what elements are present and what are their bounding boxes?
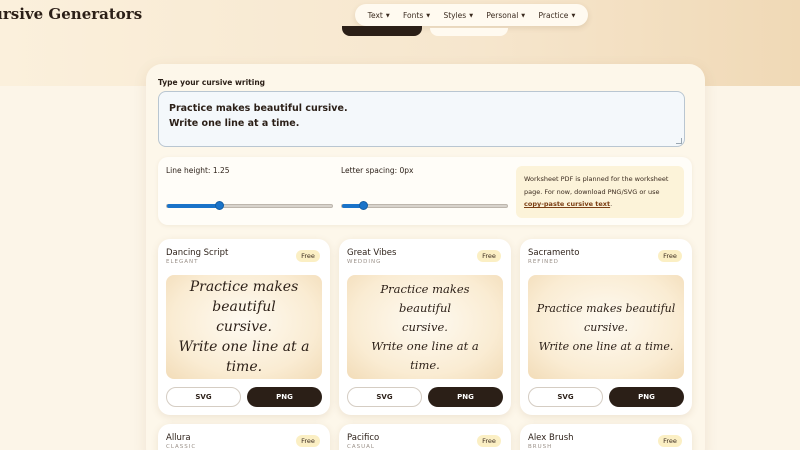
input-line: Practice makes beautiful cursive. [169,103,348,114]
nav-item-personal[interactable]: Personal ▼ [486,11,525,20]
font-card-sacramento: Sacramento REFINED Free Practice makes b… [520,239,692,415]
free-badge: Free [658,250,682,262]
nav-label: Practice [538,10,569,20]
preview-line: Write one line at a time. [538,339,674,353]
preview-line: Write one line at a time. [178,339,310,375]
chevron-down-icon: ▼ [385,12,390,19]
font-card-alex-brush: Alex Brush BRUSH Free [520,424,692,450]
letter-spacing-slider[interactable] [341,201,508,210]
download-svg-button[interactable]: SVG [166,387,241,407]
note-end: . [610,200,613,208]
preview-line: cursive. [216,319,272,335]
input-line: Write one line at a time. [169,118,300,129]
nav-label: Styles [443,10,467,20]
nav-item-text[interactable]: Text ▼ [368,11,390,20]
font-card-great-vibes: Great Vibes WEDDING Free Practice makes … [339,239,511,415]
letter-spacing-label: Letter spacing: 0px [341,166,414,175]
chevron-down-icon: ▼ [571,12,576,19]
nav-item-practice[interactable]: Practice ▼ [538,11,575,20]
download-png-button[interactable]: PNG [609,387,684,407]
worksheet-note: Worksheet PDF is planned for the workshe… [516,166,684,218]
free-badge: Free [296,250,320,262]
font-style-tag: ELEGANT [166,259,199,265]
preview-line: cursive. [584,320,628,334]
slider-thumb[interactable] [359,201,368,210]
chevron-down-icon: ▼ [469,12,474,19]
font-style-tag: WEDDING [347,259,382,265]
font-name: Great Vibes [347,248,397,258]
font-style-tag: CLASSIC [166,444,197,450]
preview-line: Practice makes beautiful [380,281,470,315]
font-card-pacifico: Pacifico CASUAL Free [339,424,511,450]
slider-fill [167,204,220,208]
font-name: Allura [166,433,191,443]
font-style-tag: CASUAL [347,444,375,450]
font-card-dancing-script: Dancing Script ELEGANT Free Practice mak… [158,239,330,415]
chevron-down-icon: ▼ [521,12,526,19]
font-name: Sacramento [528,248,580,258]
preview-line: Write one line at a time. [371,338,479,372]
input-label: Type your cursive writing [158,78,266,87]
free-badge: Free [658,435,682,447]
line-height-slider[interactable] [166,201,333,210]
site-title[interactable]: ursive Generators [0,5,142,23]
font-style-tag: REFINED [528,259,559,265]
cursive-preview: Practice makes beautiful cursive. Write … [347,275,503,379]
download-svg-button[interactable]: SVG [347,387,422,407]
free-badge: Free [477,250,501,262]
nav-label: Personal [486,10,519,20]
main-nav: Text ▼ Fonts ▼ Styles ▼ Personal ▼ Practice ▼ [355,4,588,26]
download-png-button[interactable]: PNG [428,387,503,407]
preview-line: Practice makes beautiful [189,279,299,315]
resize-handle-icon[interactable] [676,138,682,144]
cursive-text-input[interactable]: Practice makes beautiful cursive. Write … [158,91,685,147]
free-badge: Free [477,435,501,447]
note-text: Worksheet PDF is planned for the workshe… [524,175,669,196]
line-height-label: Line height: 1.25 [166,166,230,175]
cursive-preview: Practice makes beautiful cursive. Write … [528,275,684,379]
hero-primary-button[interactable] [342,26,422,36]
nav-item-styles[interactable]: Styles ▼ [443,11,473,20]
cursive-preview: Practice makes beautiful cursive. Write … [166,275,322,379]
download-svg-button[interactable]: SVG [528,387,603,407]
nav-label: Text [367,10,383,20]
font-card-allura: Allura CLASSIC Free [158,424,330,450]
preview-line: Practice makes beautiful [536,301,676,315]
download-png-button[interactable]: PNG [247,387,322,407]
nav-label: Fonts [403,10,424,20]
chevron-down-icon: ▼ [426,12,431,19]
font-name: Pacifico [347,433,380,443]
free-badge: Free [296,435,320,447]
hero-secondary-button[interactable] [430,28,508,36]
nav-item-fonts[interactable]: Fonts ▼ [403,11,430,20]
font-style-tag: BRUSH [528,444,553,450]
copy-paste-link[interactable]: copy-paste cursive text [524,200,610,208]
font-name: Dancing Script [166,248,229,258]
preview-line: cursive. [402,319,448,334]
slider-thumb[interactable] [215,201,224,210]
font-name: Alex Brush [528,433,574,443]
